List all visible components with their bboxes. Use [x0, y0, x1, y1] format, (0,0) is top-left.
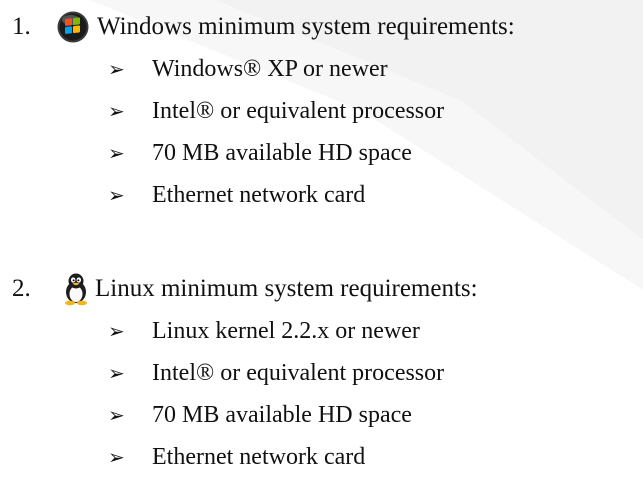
arrow-bullet-icon: ➢ — [108, 403, 125, 427]
list-item: ➢ Ethernet network card — [0, 174, 643, 216]
arrow-bullet-icon: ➢ — [108, 183, 125, 207]
arrow-bullet-icon: ➢ — [108, 445, 125, 469]
list-item-text: Intel® or equivalent processor — [152, 360, 445, 386]
list-item-text: Ethernet network card — [152, 444, 366, 470]
arrow-bullet-icon: ➢ — [108, 99, 125, 123]
arrow-bullet-icon: ➢ — [108, 57, 125, 81]
list-item-text: Linux kernel 2.2.x or newer — [152, 318, 420, 344]
list-item: ➢ 70 MB available HD space — [0, 132, 643, 174]
list-item: ➢ Ethernet network card — [0, 436, 643, 478]
list-item-text: Ethernet network card — [152, 182, 366, 208]
list-item: ➢ Windows® XP or newer — [0, 48, 643, 90]
requirements-document: 1. Windows minimum system requirements: — [0, 0, 643, 486]
list-item: ➢ Intel® or equivalent processor — [0, 352, 643, 394]
windows-requirements-section: 1. Windows minimum system requirements: — [0, 6, 643, 216]
arrow-bullet-icon: ➢ — [108, 319, 125, 343]
linux-requirements-section: 2. Linux minimum system requirements: ➢ … — [0, 268, 643, 478]
list-item-text: 70 MB available HD space — [152, 140, 412, 166]
section-title: Windows minimum system requirements: — [97, 13, 515, 40]
list-item-text: 70 MB available HD space — [152, 402, 412, 428]
section-heading: 1. Windows minimum system requirements: — [0, 6, 643, 48]
list-item: ➢ Linux kernel 2.2.x or newer — [0, 310, 643, 352]
requirements-list: ➢ Windows® XP or newer ➢ Intel® or equiv… — [0, 48, 643, 216]
windows-logo-icon — [56, 10, 92, 44]
list-item-text: Windows® XP or newer — [152, 56, 388, 82]
arrow-bullet-icon: ➢ — [108, 141, 125, 165]
list-number: 1. — [12, 13, 31, 40]
requirements-list: ➢ Linux kernel 2.2.x or newer ➢ Intel® o… — [0, 310, 643, 478]
list-item-text: Intel® or equivalent processor — [152, 98, 445, 124]
list-item: ➢ Intel® or equivalent processor — [0, 90, 643, 132]
arrow-bullet-icon: ➢ — [108, 361, 125, 385]
list-number: 2. — [12, 275, 31, 302]
section-heading: 2. Linux minimum system requirements: — [0, 268, 643, 310]
tux-penguin-icon — [59, 272, 95, 306]
list-item: ➢ 70 MB available HD space — [0, 394, 643, 436]
section-title: Linux minimum system requirements: — [95, 275, 478, 302]
